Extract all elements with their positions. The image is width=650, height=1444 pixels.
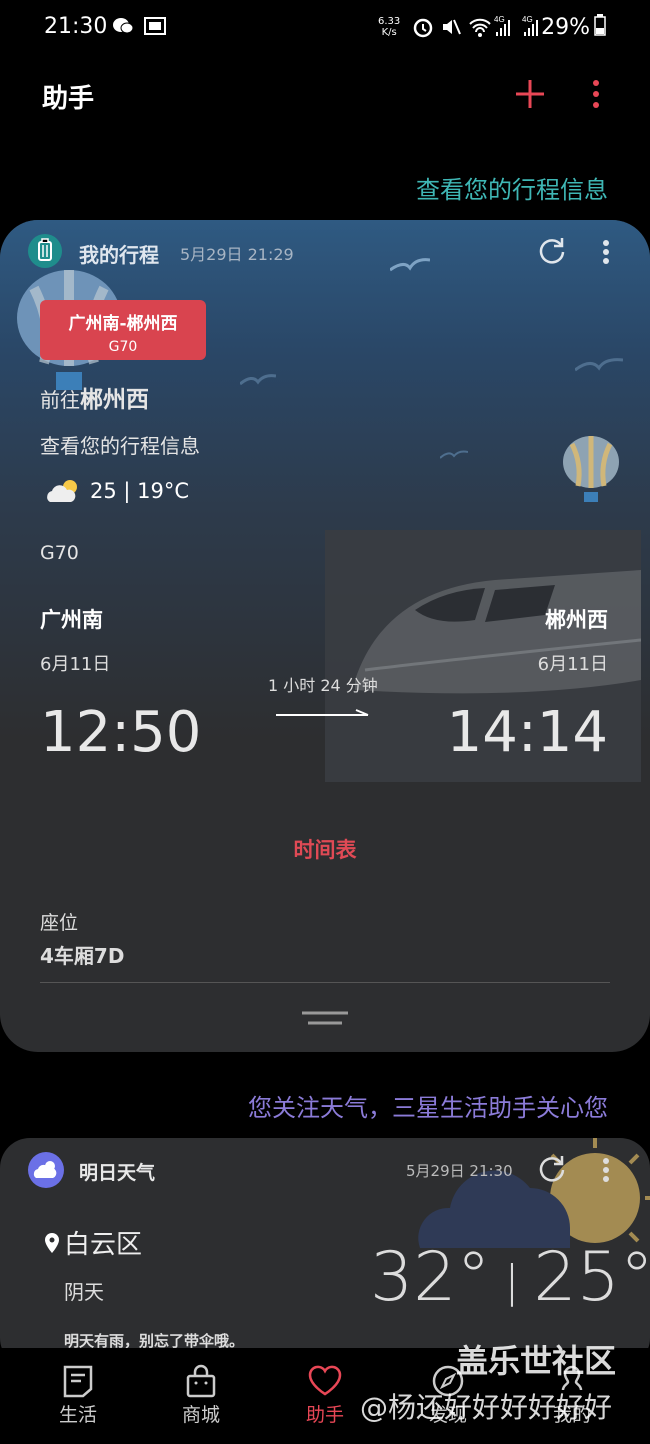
svg-text:4G: 4G	[522, 15, 533, 24]
route-name: 广州南-郴州西	[68, 314, 178, 334]
svg-text:4G: 4G	[494, 15, 505, 24]
weather-row: 25 | 19°C	[44, 476, 189, 506]
weather-condition: 阴天	[64, 1280, 104, 1304]
travel-duration: 1 小时 24 分钟	[268, 676, 378, 695]
balloon-small-decoration-icon	[563, 436, 619, 502]
status-system-icons: 6.33 K/s 4G 4G	[378, 14, 556, 44]
card-more-button[interactable]	[600, 1156, 612, 1184]
weather-card-timestamp: 5月29日 21:30	[406, 1162, 513, 1180]
trip-sub-info: 查看您的行程信息	[40, 434, 200, 458]
departure-station: 广州南	[40, 608, 103, 632]
luggage-icon	[28, 234, 62, 268]
shopping-bag-icon	[161, 1362, 241, 1400]
bird-decoration-icon	[440, 450, 468, 459]
bird-decoration-icon	[240, 374, 276, 386]
refresh-icon[interactable]	[538, 1154, 566, 1182]
more-options-button[interactable]	[586, 78, 606, 110]
nav-label: 商城	[181, 1404, 220, 1426]
status-notification-icons	[112, 16, 166, 41]
weather-card-title: 明日天气	[79, 1162, 156, 1184]
watermark-user: @杨还好好好好好好	[360, 1391, 613, 1424]
weather-app-icon	[28, 1152, 64, 1188]
nav-label: 助手	[305, 1404, 344, 1426]
more-vert-icon	[593, 80, 599, 108]
location-pin-icon	[45, 1232, 59, 1253]
arrival-station: 郴州西	[545, 608, 608, 632]
arrow-right-icon	[276, 704, 370, 716]
train-number: G70	[40, 542, 79, 564]
page-title: 助手	[42, 84, 95, 114]
divider	[40, 982, 610, 983]
toutiao-icon	[143, 16, 166, 41]
seat-label: 座位	[40, 912, 79, 934]
alarm-icon	[412, 16, 434, 42]
bird-decoration-icon	[390, 258, 430, 272]
card-more-button[interactable]	[600, 238, 612, 266]
heart-icon	[285, 1362, 365, 1400]
route-badge: 广州南-郴州西 G70	[40, 300, 206, 360]
weather-temps: 25 | 19°C	[90, 479, 190, 503]
timetable-button[interactable]: 时间表	[0, 834, 650, 864]
arrival-date: 6月11日	[537, 654, 608, 675]
departure-time: 12:50	[40, 700, 202, 765]
arrival-time: 14:14	[446, 700, 608, 765]
weather-promo-link[interactable]: 您关注天气，三星生活助手关心您	[248, 1088, 608, 1123]
add-button[interactable]	[512, 76, 548, 112]
seat-value: 4车厢7D	[40, 944, 125, 968]
temp-low: 25°	[533, 1238, 650, 1317]
battery-icon	[594, 14, 606, 40]
destination: 前往郴州西	[40, 380, 149, 414]
location-name: 白云区	[64, 1230, 143, 1260]
watermark-title: 盖乐世社区	[456, 1342, 617, 1380]
weather-card[interactable]: 明日天气 5月29日 21:30 白云区 阴天 32° | 25° 明天有雨，别忘了…	[0, 1138, 650, 1368]
wechat-icon	[112, 16, 134, 41]
trip-card[interactable]: 我的行程 5月29日 21:29 广州南-郴州西 G70 前往郴州西 查看您的行…	[0, 220, 650, 1052]
nav-item-assistant[interactable]: 助手	[285, 1362, 365, 1427]
plus-icon	[516, 80, 544, 108]
note-icon	[38, 1362, 118, 1400]
partly-cloudy-icon	[47, 480, 77, 502]
nav-item-mall[interactable]: 商城	[161, 1362, 241, 1427]
more-vert-icon	[603, 1158, 609, 1182]
nav-label: 生活	[58, 1404, 97, 1426]
temperature-range: 32° | 25°	[370, 1238, 650, 1317]
status-time: 21:30	[44, 14, 108, 39]
view-trip-link[interactable]: 查看您的行程信息	[416, 170, 608, 205]
nav-item-life[interactable]: 生活	[38, 1362, 118, 1427]
battery-percent: 29%	[541, 14, 590, 40]
destination-prefix: 前往	[40, 388, 80, 412]
trip-card-timestamp: 5月29日 21:29	[180, 245, 294, 264]
weather-location: 白云区	[44, 1224, 142, 1261]
expand-handle[interactable]	[300, 1008, 350, 1028]
refresh-icon[interactable]	[538, 236, 566, 264]
temp-separator: |	[504, 1256, 520, 1307]
temp-high: 32°	[370, 1238, 491, 1317]
destination-name: 郴州西	[80, 387, 149, 413]
mute-icon	[440, 16, 462, 42]
departure-date: 6月11日	[40, 654, 111, 675]
signal-4g-icon: 4G 4G	[494, 14, 548, 42]
route-train: G70	[108, 339, 138, 355]
wifi-icon	[468, 16, 492, 42]
trip-card-title: 我的行程	[79, 243, 159, 267]
network-speed: 6.33 K/s	[378, 16, 401, 38]
more-vert-icon	[603, 240, 609, 264]
bird-decoration-icon	[575, 358, 623, 372]
battery-indicator: 29%	[541, 14, 606, 40]
